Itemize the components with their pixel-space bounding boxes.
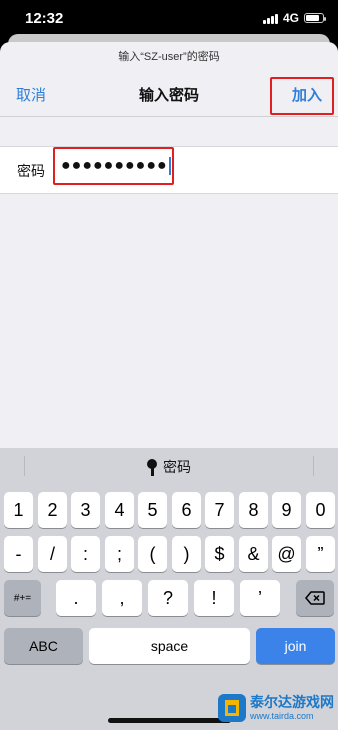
watermark-logo-icon bbox=[218, 694, 246, 722]
key-paren-close[interactable]: ) bbox=[172, 536, 201, 572]
key-paren-open[interactable]: ( bbox=[138, 536, 167, 572]
keyboard: 密码 1 2 3 4 5 6 7 8 9 0 - / : ; ( ) $ & @… bbox=[0, 448, 338, 730]
key-1[interactable]: 1 bbox=[4, 492, 33, 528]
home-indicator bbox=[108, 718, 231, 723]
keyboard-row-1: 1 2 3 4 5 6 7 8 9 0 bbox=[0, 492, 338, 528]
keyboard-row-4: ABC space join bbox=[0, 628, 338, 664]
key-ampersand[interactable]: & bbox=[239, 536, 268, 572]
space-key[interactable]: space bbox=[89, 628, 250, 664]
signal-icon bbox=[262, 13, 278, 24]
key-question[interactable]: ? bbox=[148, 580, 188, 616]
backspace-icon bbox=[305, 591, 325, 605]
suggestion-bar: 密码 bbox=[0, 448, 338, 484]
sheet-prompt: 输入“SZ-user”的密码 bbox=[118, 51, 220, 63]
key-9[interactable]: 9 bbox=[272, 492, 301, 528]
key-3[interactable]: 3 bbox=[71, 492, 100, 528]
key-quote[interactable]: ” bbox=[306, 536, 335, 572]
key-5[interactable]: 5 bbox=[138, 492, 167, 528]
delete-key[interactable] bbox=[296, 580, 334, 616]
key-4[interactable]: 4 bbox=[105, 492, 134, 528]
watermark: 泰尔达游戏网 www.tairda.com bbox=[218, 690, 336, 726]
key-comma[interactable]: , bbox=[102, 580, 142, 616]
key-2[interactable]: 2 bbox=[38, 492, 67, 528]
keyboard-row-2: - / : ; ( ) $ & @ ” bbox=[0, 536, 338, 572]
battery-icon bbox=[304, 13, 326, 23]
key-at[interactable]: @ bbox=[272, 536, 301, 572]
key-apostrophe[interactable]: ’ bbox=[240, 580, 280, 616]
key-7[interactable]: 7 bbox=[205, 492, 234, 528]
keyboard-row-3: #+= . , ? ! ’ bbox=[0, 580, 338, 616]
watermark-name: 泰尔达游戏网 bbox=[250, 694, 334, 710]
password-label: 密码 bbox=[17, 163, 45, 179]
suggestion-label: 密码 bbox=[163, 459, 191, 475]
key-minus[interactable]: - bbox=[4, 536, 33, 572]
key-icon bbox=[147, 459, 157, 476]
key-colon[interactable]: : bbox=[71, 536, 100, 572]
key-0[interactable]: 0 bbox=[306, 492, 335, 528]
join-key[interactable]: join bbox=[256, 628, 335, 664]
password-highlight-box bbox=[53, 147, 174, 185]
key-8[interactable]: 8 bbox=[239, 492, 268, 528]
key-dollar[interactable]: $ bbox=[205, 536, 234, 572]
key-semicolon[interactable]: ; bbox=[105, 536, 134, 572]
key-period[interactable]: . bbox=[56, 580, 96, 616]
network-label: 4G bbox=[282, 11, 299, 25]
symbols-toggle-key[interactable]: #+= bbox=[4, 580, 41, 616]
join-highlight-box bbox=[270, 77, 334, 115]
status-right: 4G bbox=[262, 11, 326, 25]
password-suggestion[interactable]: 密码 bbox=[0, 457, 338, 477]
abc-key[interactable]: ABC bbox=[4, 628, 83, 664]
status-time: 12:32 bbox=[25, 10, 64, 27]
watermark-url: www.tairda.com bbox=[250, 711, 314, 721]
key-exclamation[interactable]: ! bbox=[194, 580, 234, 616]
key-6[interactable]: 6 bbox=[172, 492, 201, 528]
key-slash[interactable]: / bbox=[38, 536, 67, 572]
